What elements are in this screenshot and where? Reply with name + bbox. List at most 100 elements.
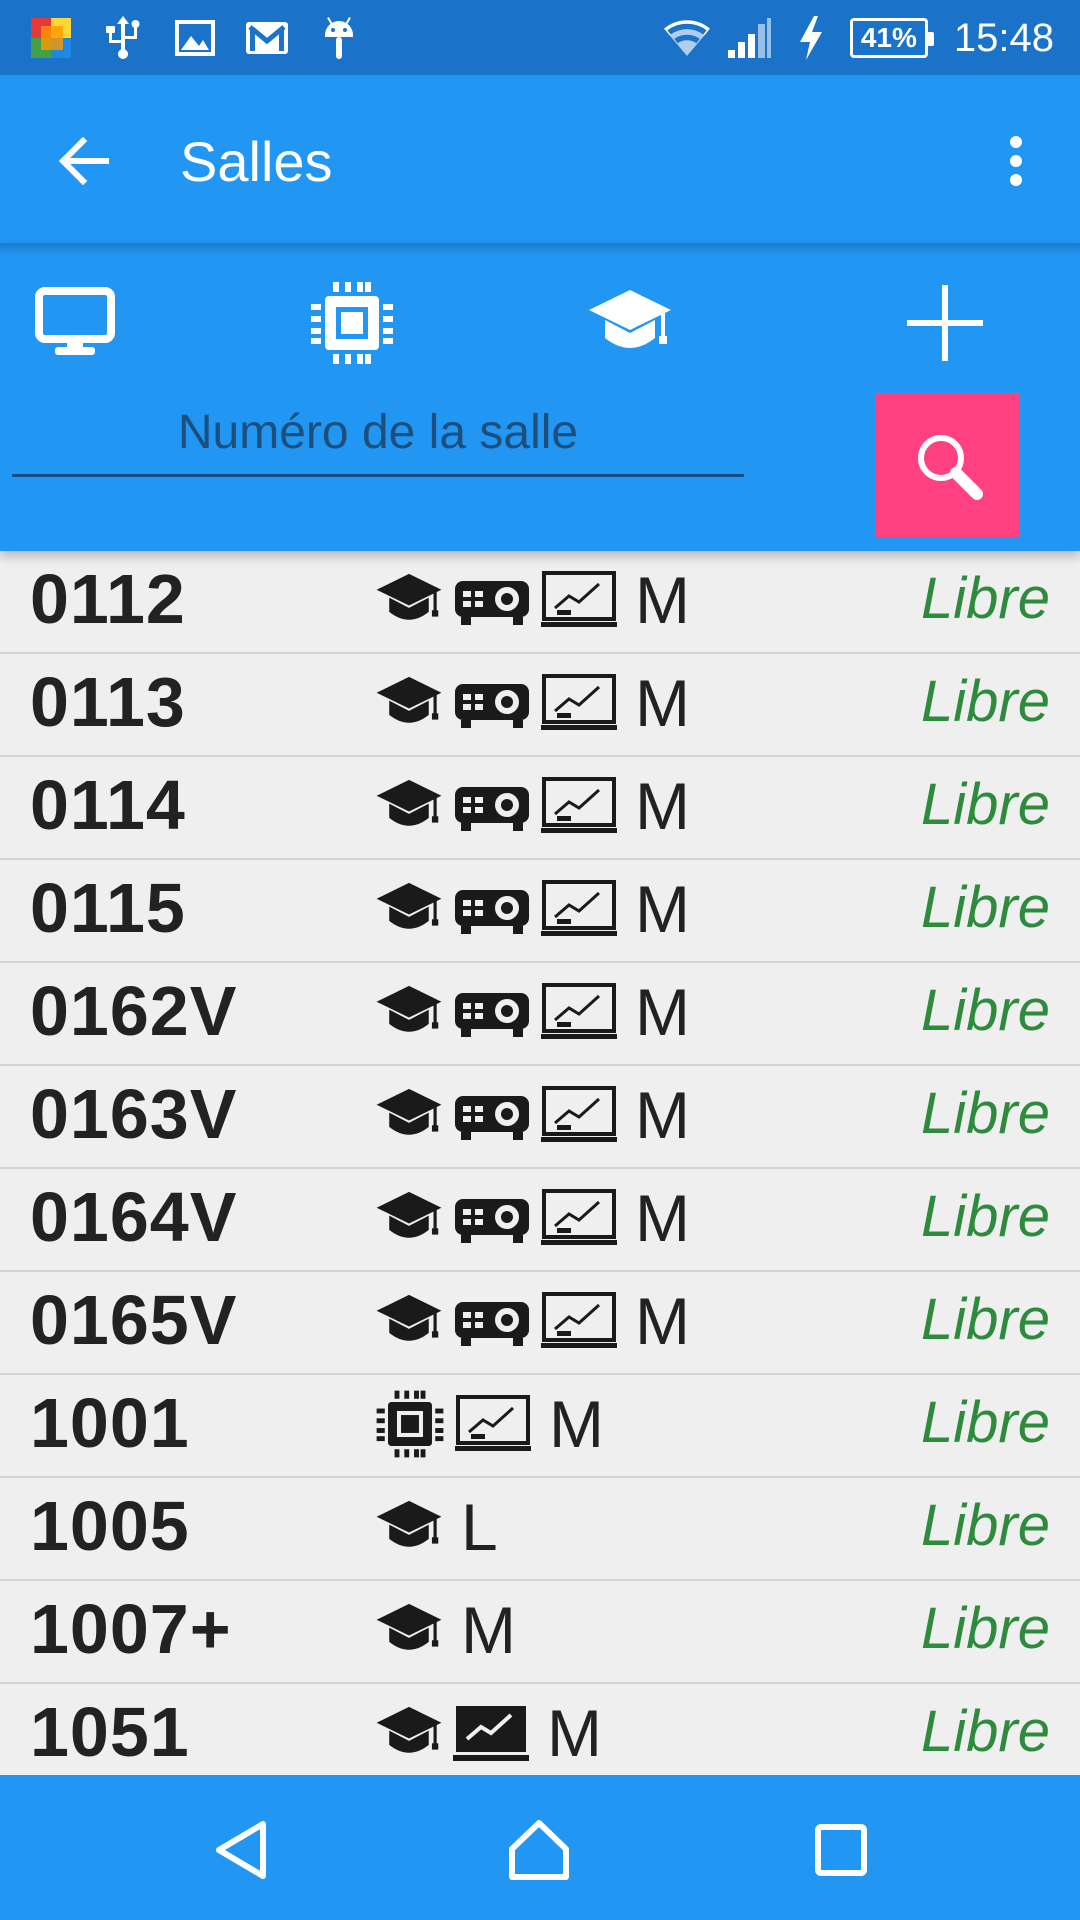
room-status: Libre — [921, 1287, 1050, 1352]
room-number: 0163V — [30, 1075, 238, 1153]
room-status: Libre — [921, 875, 1050, 940]
room-status: Libre — [921, 1184, 1050, 1249]
room-size: M — [635, 666, 690, 740]
room-row[interactable]: 1051 M Libre — [0, 1684, 1080, 1775]
battery-icon: 41% — [849, 18, 934, 58]
search-button[interactable] — [876, 393, 1020, 537]
cell-signal-icon — [726, 15, 772, 61]
room-status: Libre — [921, 1390, 1050, 1455]
room-row[interactable]: 0162V M Libre — [0, 963, 1080, 1066]
room-equipment: M — [375, 1698, 602, 1768]
room-equipment: M — [375, 1389, 604, 1459]
room-row[interactable]: 0112 M Libre — [0, 551, 1080, 654]
filter-computer-button[interactable] — [25, 273, 125, 373]
room-equipment: M — [375, 874, 690, 944]
projector-icon — [453, 874, 531, 944]
overflow-menu-button[interactable] — [992, 125, 1040, 197]
app-bar: Salles — [0, 75, 1080, 243]
room-row[interactable]: 0114 M Libre — [0, 757, 1080, 860]
room-row[interactable]: 0165V M Libre — [0, 1272, 1080, 1375]
room-list[interactable]: 0112 M Libre 0113 M Libre 0114 M Libre 0115 M Libre… — [0, 551, 1080, 1775]
whiteboard-icon — [541, 874, 617, 944]
room-number: 0162V — [30, 972, 238, 1050]
graduation-cap-icon — [375, 565, 443, 635]
room-size: M — [635, 975, 690, 1049]
room-row[interactable]: 0164V M Libre — [0, 1169, 1080, 1272]
room-row[interactable]: 0163V M Libre — [0, 1066, 1080, 1169]
graduation-cap-icon — [375, 1595, 443, 1665]
nav-home-icon — [509, 1820, 569, 1880]
room-size: M — [635, 1284, 690, 1358]
back-button[interactable] — [48, 125, 120, 197]
filter-panel — [0, 243, 1080, 551]
whiteboard-icon — [541, 668, 617, 738]
room-row[interactable]: 1005 L Libre — [0, 1478, 1080, 1581]
projector-icon — [453, 668, 531, 738]
room-status: Libre — [921, 1081, 1050, 1146]
room-status: Libre — [921, 669, 1050, 734]
nav-home-button[interactable] — [494, 1805, 584, 1895]
system-icons: 41% 15:48 — [663, 12, 1054, 64]
room-equipment: M — [375, 977, 690, 1047]
room-equipment: M — [375, 1595, 516, 1665]
graduation-cap-icon — [375, 1698, 443, 1768]
appbar-shadow — [0, 243, 1080, 255]
whiteboard-icon — [541, 771, 617, 841]
usb-icon — [100, 15, 146, 61]
room-equipment: L — [375, 1492, 498, 1562]
filter-classroom-button[interactable] — [580, 273, 680, 373]
graduation-cap-icon — [375, 1492, 443, 1562]
room-equipment: M — [375, 1286, 690, 1356]
room-number: 0114 — [30, 766, 186, 844]
graduation-cap-icon — [589, 290, 671, 348]
chip-icon — [311, 282, 393, 364]
graduation-cap-icon — [375, 771, 443, 841]
whiteboard-icon — [541, 1183, 617, 1253]
room-number: 0115 — [30, 869, 186, 947]
room-row[interactable]: 0113 M Libre — [0, 654, 1080, 757]
room-number-input[interactable] — [12, 391, 744, 477]
android-debug-icon — [316, 15, 362, 61]
search-icon — [918, 435, 983, 500]
projector-icon — [453, 977, 531, 1047]
room-equipment: M — [375, 771, 690, 841]
graduation-cap-icon — [375, 977, 443, 1047]
navigation-bar — [0, 1775, 1080, 1920]
filter-hardware-button[interactable] — [302, 273, 402, 373]
room-row[interactable]: 1001 M Libre — [0, 1375, 1080, 1478]
plus-icon — [907, 285, 983, 361]
room-size: M — [635, 769, 690, 843]
whiteboard-icon — [541, 565, 617, 635]
room-row[interactable]: 1007+ M Libre — [0, 1581, 1080, 1684]
whiteboard-icon — [541, 977, 617, 1047]
add-button[interactable] — [895, 273, 995, 373]
room-size: M — [549, 1387, 604, 1461]
room-status: Libre — [921, 772, 1050, 837]
room-number: 1007+ — [30, 1590, 232, 1668]
room-status: Libre — [921, 1699, 1050, 1764]
room-status: Libre — [921, 978, 1050, 1043]
projector-icon — [453, 565, 531, 635]
graduation-cap-icon — [375, 1286, 443, 1356]
screen: 41% 15:48 Salles Numéro de la salle 0112… — [0, 0, 1080, 1920]
app-icon — [28, 15, 74, 61]
nav-back-button[interactable] — [196, 1805, 286, 1895]
status-bar: 41% 15:48 — [0, 0, 1080, 75]
room-row[interactable]: 0115 M Libre — [0, 860, 1080, 963]
wifi-icon — [663, 15, 710, 61]
room-size: M — [635, 1181, 690, 1255]
graduation-cap-icon — [375, 874, 443, 944]
monitor-icon — [35, 287, 115, 355]
page-title: Salles — [180, 130, 333, 193]
room-number: 1005 — [30, 1487, 190, 1565]
more-vert-icon — [1010, 136, 1022, 186]
nav-recents-button[interactable] — [796, 1805, 886, 1895]
room-size: M — [635, 872, 690, 946]
room-size: M — [635, 563, 690, 637]
whiteboard-icon — [541, 1286, 617, 1356]
gmail-icon — [244, 15, 290, 61]
graduation-cap-icon — [375, 1183, 443, 1253]
nav-back-icon — [216, 1821, 266, 1879]
projector-icon — [453, 1286, 531, 1356]
projector-icon — [453, 1080, 531, 1150]
